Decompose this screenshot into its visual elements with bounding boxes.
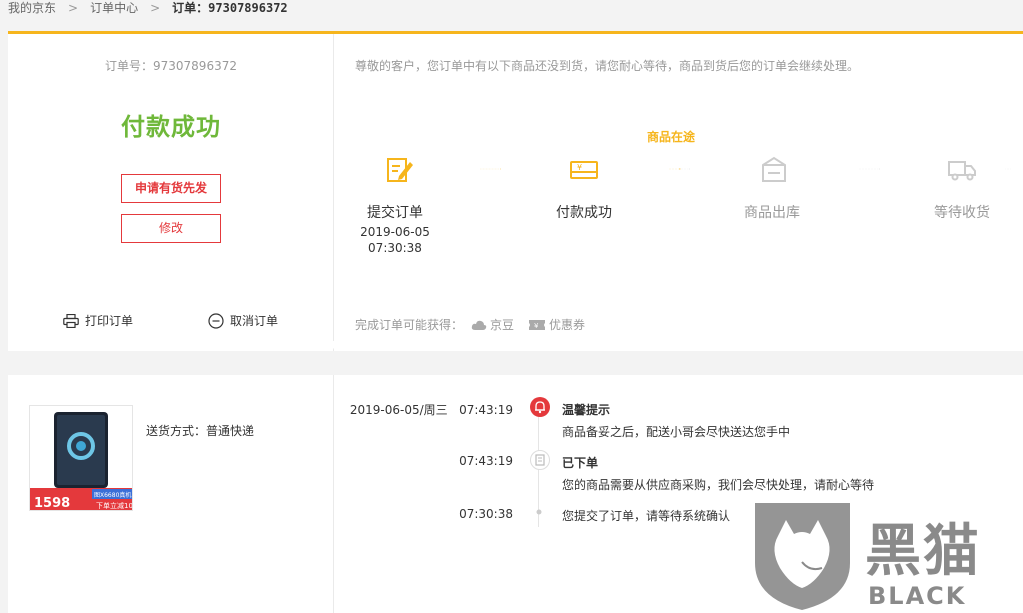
timeline-title: 已下单 (562, 456, 599, 470)
warehouse-box-icon (762, 156, 786, 182)
timeline-datetime: 2019-06-05/周三 07:43:19 (350, 401, 513, 418)
card-zigzag-edge (8, 341, 1023, 353)
cancel-order-label: 取消订单 (230, 314, 279, 328)
timeline-date: 2019-06-05/周三 (349, 403, 448, 417)
coupon-icon: ¥ (529, 319, 546, 330)
step-connector-done (480, 168, 502, 170)
reward-jingdou-label: 京豆 (490, 318, 515, 332)
black-cat-watermark: 黑猫 BLACK CAT (750, 498, 1023, 613)
step-outbound-label: 商品出库 (744, 205, 800, 221)
pen-paper-icon (387, 158, 413, 182)
step-connector-pending (859, 168, 881, 170)
reward-coupon[interactable]: ¥ 优惠券 (528, 316, 585, 333)
order-steps: 提交订单 2019-06-05 07:30:38 ¥ 付款成功 商品出库 等待收… (335, 154, 1023, 274)
rewards-label: 完成订单可能获得： (355, 318, 464, 332)
cancel-order-button[interactable]: 取消订单 (208, 312, 278, 329)
chevron-right-icon: > (68, 1, 79, 15)
step-connector-progress (669, 168, 691, 170)
minus-circle-icon (208, 312, 224, 329)
product-pane: 图X6680真机 下单立减100 1598 送货方式：普通快递 (8, 375, 334, 613)
step-submit-date: 2019-06-05 (360, 225, 430, 239)
bell-icon (530, 397, 550, 417)
document-icon (530, 450, 550, 470)
step-paid-label: 付款成功 (556, 205, 612, 221)
breadcrumb-current: 订单：97307896372 (172, 1, 288, 15)
phone-image: 图X6680真机 下单立减100 1598 (30, 412, 133, 511)
notice-text: 尊敬的客户，您订单中有以下商品还没到货，请您耐心等待，商品到货后您的订单会继续处… (355, 59, 860, 73)
step-submit-time: 2019-06-05 07:30:38 (340, 224, 450, 256)
step-submit-clock: 07:30:38 (368, 241, 422, 255)
product-badge-top: 图X6680真机 (94, 491, 131, 499)
timeline-time: 07:43:19 (459, 454, 513, 468)
cat-shield-logo (755, 503, 850, 610)
printer-icon (63, 313, 79, 328)
svg-text:¥: ¥ (534, 322, 539, 330)
product-badge-bottom: 下单立减100 (96, 501, 133, 510)
cloud-icon (471, 320, 487, 330)
timeline-time: 07:43:19 (459, 403, 513, 417)
payment-card-icon: ¥ (570, 161, 598, 179)
print-order-label: 打印订单 (85, 314, 134, 328)
timeline-desc: 您的商品需要从供应商采购，我们会尽快处理，请耐心等待 (562, 478, 875, 492)
breadcrumb-orders[interactable]: 订单中心 (90, 1, 138, 15)
shipping-method: 送货方式：普通快递 (146, 424, 255, 438)
delivery-truck-icon (948, 161, 976, 181)
step-receive-label: 等待收货 (934, 205, 990, 221)
order-status: 付款成功 (121, 113, 221, 141)
timeline-dot (536, 509, 542, 515)
rewards: 完成订单可能获得： 京豆 ¥ 优惠券 (355, 316, 585, 333)
watermark-en: BLACK CAT (868, 582, 967, 613)
product-image[interactable]: 图X6680真机 下单立减100 1598 (29, 405, 133, 511)
svg-text:¥: ¥ (577, 163, 582, 172)
chevron-right-icon: > (150, 1, 161, 15)
reward-coupon-label: 优惠券 (549, 318, 586, 332)
timeline-desc: 商品备妥之后，配送小哥会尽快送达您手中 (562, 425, 791, 439)
apply-ship-first-button[interactable]: 申请有货先发 (121, 174, 221, 203)
order-number: 订单号：97307896372 (105, 59, 237, 73)
timeline-desc: 您提交了订单，请等待系统确认 (562, 509, 731, 523)
breadcrumb-home[interactable]: 我的京东 (8, 1, 56, 15)
reward-jingdou[interactable]: 京豆 (471, 316, 514, 333)
order-status-card: 订单号：97307896372 付款成功 申请有货先发 修改 打印订单 取消订单… (8, 31, 1023, 351)
print-order-button[interactable]: 打印订单 (63, 312, 133, 329)
timeline-title: 温馨提示 (562, 403, 611, 417)
breadcrumb: 我的京东 > 订单中心 > 订单：97307896372 (8, 0, 288, 16)
transit-label: 商品在途 (647, 130, 696, 144)
modify-button[interactable]: 修改 (121, 214, 221, 243)
timeline-time: 07:30:38 (459, 507, 513, 521)
step-submit-label: 提交订单 (367, 205, 423, 221)
order-actions: 打印订单 取消订单 (8, 312, 334, 332)
watermark-cn: 黑猫 (865, 519, 981, 584)
order-summary-pane: 订单号：97307896372 付款成功 申请有货先发 修改 打印订单 取消订单 (8, 34, 334, 351)
step-connector-tail (1005, 168, 1011, 170)
breadcrumb-current-number: 97307896372 (208, 1, 288, 15)
progress-pane: 尊敬的客户，您订单中有以下商品还没到货，请您耐心等待，商品到货后您的订单会继续处… (335, 34, 1023, 351)
product-price: 1598 (34, 496, 70, 511)
breadcrumb-current-prefix: 订单： (172, 1, 209, 15)
